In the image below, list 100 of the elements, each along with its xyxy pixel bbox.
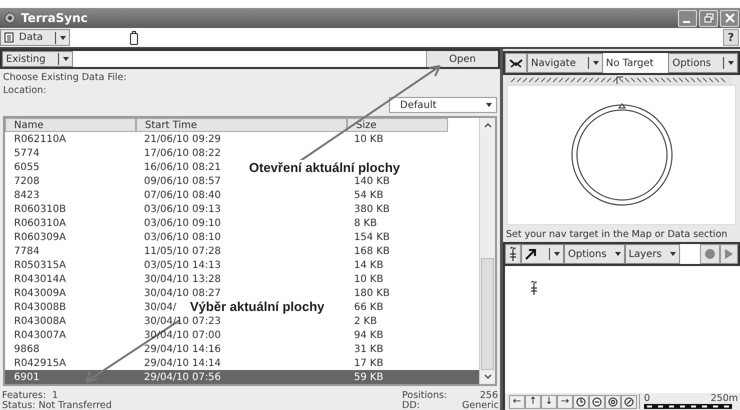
dd-label: DD: <box>402 400 421 410</box>
table-cell[interactable]: R050315A <box>14 260 66 270</box>
close-icon <box>724 13 734 23</box>
table-cell: 8 KB <box>354 218 377 228</box>
table-cell: 03/06/10 08:10 <box>144 232 221 242</box>
table-cell: 16/06/10 08:21 <box>144 162 221 172</box>
pointer-tool-dropdown[interactable] <box>521 244 564 264</box>
nav-hint: Set your nav target in the Map or Data section <box>505 228 728 242</box>
annotation-label: Otevření aktuální plochy <box>247 160 402 175</box>
play-button[interactable] <box>720 244 738 264</box>
pan-button[interactable]: → <box>557 394 573 408</box>
table-cell[interactable]: 8423 <box>14 190 40 200</box>
table-cell: 03/05/10 14:13 <box>144 260 221 270</box>
zoom-button[interactable] <box>573 394 589 408</box>
positions-value: 256 <box>478 390 498 400</box>
table-cell: 29/04/10 14:16 <box>144 344 221 354</box>
table-cell: 140 KB <box>354 176 390 186</box>
zoom-button[interactable] <box>621 394 637 408</box>
minus-circle-icon <box>592 396 602 406</box>
scroll-down-icon <box>482 372 494 382</box>
table-cell: 30/04/10 13:28 <box>144 274 221 284</box>
table-cell[interactable]: 7784 <box>14 246 40 256</box>
mode-dropdown[interactable]: Existing <box>2 51 73 67</box>
minimize-button[interactable] <box>678 10 697 26</box>
scale-end-label: 250m <box>710 394 738 404</box>
table-cell: 21/06/10 09:29 <box>144 134 221 144</box>
help-button[interactable]: ? <box>722 29 739 46</box>
scale-start-label: 0 <box>644 394 650 404</box>
table-cell[interactable]: R060310A <box>14 218 66 228</box>
table-cell[interactable]: 6055 <box>14 162 40 172</box>
positions-label: Positions: <box>402 390 448 400</box>
features-label: Features: <box>2 390 48 400</box>
table-cell: 94 KB <box>354 330 384 340</box>
table-cell[interactable]: R060309A <box>14 232 66 242</box>
table-cell[interactable]: R043014A <box>14 274 66 284</box>
app-icon <box>4 12 16 24</box>
table-cell[interactable]: R043007A <box>14 330 66 340</box>
zoom-button[interactable] <box>605 394 621 408</box>
table-cell: 09/06/10 08:57 <box>144 176 221 186</box>
record-icon <box>704 248 716 260</box>
target-icon <box>608 396 618 406</box>
table-cell[interactable]: R042915A <box>14 358 66 368</box>
table-cell: 10 KB <box>354 274 384 284</box>
document-icon <box>4 32 15 43</box>
north-arrow-button[interactable] <box>505 244 521 264</box>
minimize-icon <box>682 21 690 23</box>
table-cell: 29/04/10 14:14 <box>144 358 221 368</box>
scrollbar[interactable] <box>479 118 495 384</box>
column-header[interactable]: Name <box>5 118 136 132</box>
north-arrow-icon <box>530 281 538 295</box>
pan-button[interactable]: ↓ <box>541 394 557 408</box>
north-arrow-icon <box>509 247 517 261</box>
table-cell[interactable]: R043008A <box>14 316 66 326</box>
table-cell: 31 KB <box>354 344 384 354</box>
record-button[interactable] <box>700 244 720 264</box>
table-cell: 17/06/10 08:22 <box>144 148 221 158</box>
slashed-circle-icon <box>624 396 634 406</box>
restore-icon <box>704 13 714 23</box>
table-cell[interactable]: R062110A <box>14 134 66 144</box>
table-cell: 380 KB <box>354 204 390 214</box>
table-cell[interactable]: R043009A <box>14 288 66 298</box>
location-dropdown[interactable]: Default <box>389 97 497 113</box>
table-cell: 30/04/ <box>144 302 176 312</box>
section-dropdown[interactable]: Data <box>0 29 70 46</box>
dd-value: Generic <box>462 400 498 410</box>
play-icon <box>724 248 734 260</box>
table-cell[interactable]: 9868 <box>14 344 40 354</box>
table-cell: 14 KB <box>354 260 384 270</box>
table-cell: 17 KB <box>354 358 384 368</box>
table-cell: 66 KB <box>354 302 384 312</box>
open-button[interactable]: Open <box>426 51 498 67</box>
table-cell: 154 KB <box>354 232 390 242</box>
table-cell: 03/06/10 09:10 <box>144 218 221 228</box>
status-text: Status: Not Transferred <box>2 400 112 410</box>
table-cell[interactable]: 7208 <box>14 176 40 186</box>
table-cell: 30/04/10 08:27 <box>144 288 221 298</box>
table-cell[interactable]: R043008B <box>14 302 66 312</box>
location-label: Location: <box>3 85 46 96</box>
close-button[interactable] <box>720 10 739 26</box>
column-header[interactable]: Start Time <box>136 118 347 132</box>
pan-button[interactable]: ↑ <box>525 394 541 408</box>
table-cell[interactable]: 6901 <box>14 372 40 382</box>
table-cell: 59 KB <box>354 372 384 382</box>
table-cell: 168 KB <box>354 246 390 256</box>
diagonal-arrow-icon <box>525 248 537 260</box>
clock-icon <box>576 396 586 406</box>
table-cell: 11/05/10 07:28 <box>144 246 221 256</box>
table-cell: 03/06/10 09:13 <box>144 204 221 214</box>
table-cell: 29/04/10 07:56 <box>144 372 221 382</box>
table-cell: 2 KB <box>354 316 377 326</box>
battery-icon <box>130 30 138 44</box>
pan-button[interactable]: ← <box>509 394 525 408</box>
table-cell[interactable]: R060310B <box>14 204 66 214</box>
maximize-button[interactable] <box>699 10 718 26</box>
zoom-button[interactable] <box>589 394 605 408</box>
table-cell[interactable]: 5774 <box>14 148 40 158</box>
table-cell: 54 KB <box>354 190 384 200</box>
layers-dropdown[interactable]: Layers <box>624 244 680 264</box>
map-options-dropdown[interactable]: Options <box>564 244 625 264</box>
annotation-label: Výběr aktuální plochy <box>190 299 324 315</box>
